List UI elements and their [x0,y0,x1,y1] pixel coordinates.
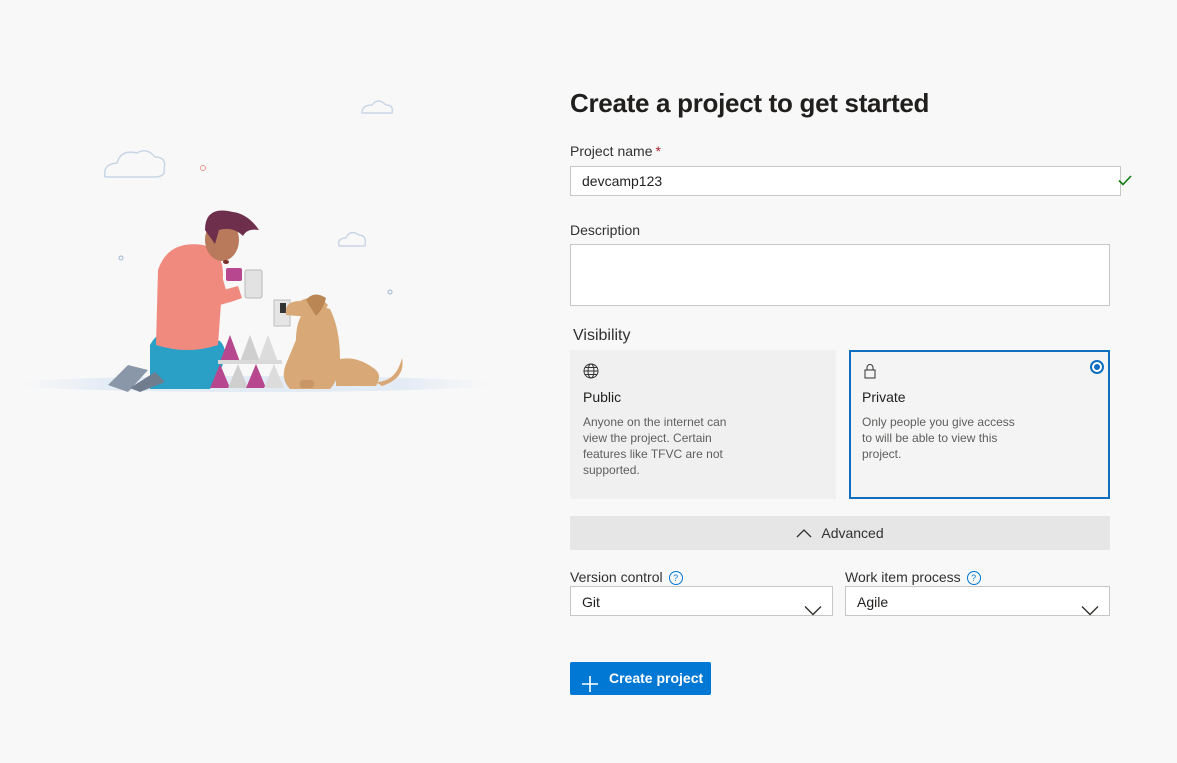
lock-icon [862,363,878,379]
visibility-option-description: Only people you give access to will be a… [862,415,1015,461]
chevron-down-icon [804,596,822,626]
project-name-input[interactable]: devcamp123 [570,166,1121,196]
checkmark-icon [1118,172,1132,188]
version-control-value: Git [582,594,600,610]
version-control-label: Version control? [570,569,683,585]
version-control-label-text: Version control [570,569,663,585]
visibility-option-title: Private [862,389,906,405]
advanced-label: Advanced [821,525,884,541]
visibility-label: Visibility [573,327,631,344]
selected-radio[interactable] [1090,360,1104,374]
create-project-button[interactable]: Create project [570,662,711,695]
visibility-option-private[interactable]: Private Only people you give access to w… [849,350,1110,499]
work-item-process-value: Agile [857,594,889,610]
globe-icon [583,363,599,379]
work-item-process-select[interactable]: Agile [845,586,1110,616]
create-project-label: Create project [609,670,704,686]
advanced-toggle[interactable]: Advanced [570,516,1110,550]
plus-icon [582,671,598,704]
create-project-form: Create a project to get started Project … [570,82,1132,695]
version-control-select[interactable]: Git [570,586,833,616]
chevron-down-icon [1081,596,1099,626]
chevron-up-icon [796,516,812,550]
visibility-option-description: Anyone on the internet can view the proj… [583,415,727,477]
project-name-label: Project name * [570,143,661,159]
description-input[interactable] [570,244,1110,306]
work-item-process-label: Work item process? [845,569,981,585]
project-name-label-text: Project name [570,143,653,159]
required-marker: * [655,143,661,159]
description-label: Description [570,222,641,238]
help-icon[interactable]: ? [668,571,683,585]
help-icon[interactable]: ? [966,571,981,585]
visibility-option-public[interactable]: Public Anyone on the internet can view t… [570,350,836,499]
page-title: Create a project to get started [570,88,930,118]
visibility-option-title: Public [583,389,622,405]
work-item-process-label-text: Work item process [845,569,961,585]
hero-illustration [0,0,500,420]
